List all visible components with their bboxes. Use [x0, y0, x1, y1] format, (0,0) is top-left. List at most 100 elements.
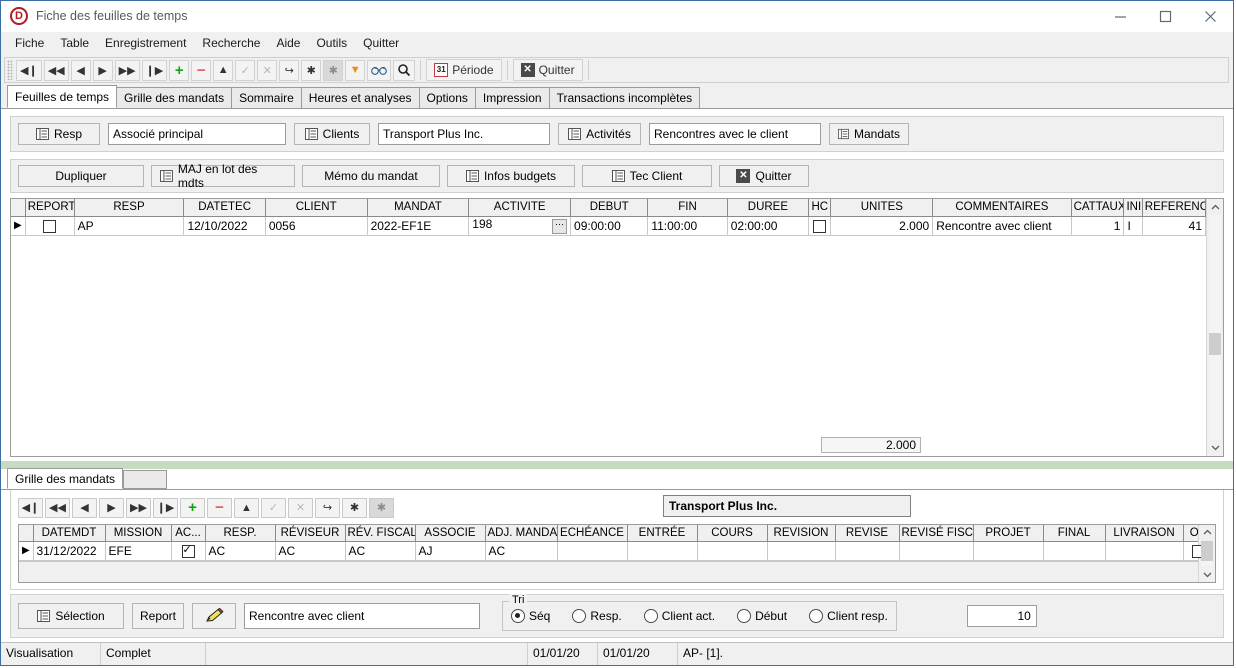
- next-page-icon[interactable]: ▶▶: [115, 60, 140, 81]
- col-livraison[interactable]: LIVRAISON: [1105, 525, 1183, 542]
- scroll-up-icon[interactable]: [1207, 199, 1223, 215]
- col-resp-mandat[interactable]: RESP.: [205, 525, 275, 542]
- tab-heures-et-analyses[interactable]: Heures et analyses: [301, 87, 420, 108]
- last-record-icon[interactable]: ❙▶: [142, 60, 168, 81]
- menu-outils[interactable]: Outils: [308, 34, 355, 52]
- mandates-scroll-thumb[interactable]: [1201, 541, 1213, 561]
- col-associe[interactable]: ASSOCIE: [415, 525, 485, 542]
- cell-client[interactable]: 0056: [265, 216, 367, 235]
- mandates-prev-page-icon[interactable]: ◀◀: [45, 498, 70, 518]
- tec-client-button[interactable]: Tec Client: [582, 165, 712, 187]
- mandates-scroll-up-icon[interactable]: [1199, 525, 1215, 541]
- cell-mission[interactable]: EFE: [105, 542, 171, 561]
- panel-splitter[interactable]: [1, 460, 1233, 469]
- hc-checkbox[interactable]: [813, 220, 826, 233]
- grid-vertical-scrollbar[interactable]: [1206, 199, 1223, 456]
- selection-button[interactable]: Sélection: [18, 603, 124, 629]
- col-reviseur[interactable]: RÉVISEUR: [275, 525, 345, 542]
- filter-icon[interactable]: ▼: [345, 60, 365, 81]
- mandats-button[interactable]: Mandats: [829, 123, 909, 145]
- cell-ini[interactable]: I: [1124, 216, 1142, 235]
- ac-checkbox[interactable]: [182, 545, 195, 558]
- menu-aide[interactable]: Aide: [268, 34, 308, 52]
- cell-adj-mandat[interactable]: AC: [485, 542, 557, 561]
- col-mission[interactable]: MISSION: [105, 525, 171, 542]
- cell-rev-fiscal[interactable]: AC: [345, 542, 415, 561]
- col-adj-mandat[interactable]: ADJ. MANDAT: [485, 525, 557, 542]
- menu-recherche[interactable]: Recherche: [194, 34, 268, 52]
- radio-client-resp[interactable]: Client resp.: [809, 609, 888, 623]
- report-button[interactable]: Report: [132, 603, 184, 629]
- col-final[interactable]: FINAL: [1043, 525, 1105, 542]
- tab-impression[interactable]: Impression: [475, 87, 550, 108]
- menu-quitter[interactable]: Quitter: [355, 34, 407, 52]
- mandates-add-icon[interactable]: +: [180, 498, 205, 518]
- cell-datemdt[interactable]: 31/12/2022: [33, 542, 105, 561]
- menu-enregistrement[interactable]: Enregistrement: [97, 34, 194, 52]
- minimize-icon[interactable]: [1098, 1, 1143, 31]
- maximize-icon[interactable]: [1143, 1, 1188, 31]
- report-checkbox[interactable]: [43, 220, 56, 233]
- tab-feuilles-de-temps[interactable]: Feuilles de temps: [7, 85, 117, 108]
- prev-page-icon[interactable]: ◀◀: [44, 60, 69, 81]
- cell-reference[interactable]: 41: [1142, 216, 1205, 235]
- cell-associe[interactable]: AJ: [415, 542, 485, 561]
- cell-activite[interactable]: 198 ⋯: [469, 216, 571, 235]
- cell-mandat[interactable]: 2022-EF1E: [367, 216, 469, 235]
- prev-record-icon[interactable]: ◀: [71, 60, 91, 81]
- cell-resp[interactable]: AP: [74, 216, 184, 235]
- cell-report[interactable]: [25, 216, 74, 235]
- col-client[interactable]: CLIENT: [265, 199, 367, 216]
- binoculars-icon[interactable]: [367, 60, 391, 81]
- col-duree[interactable]: DUREE: [727, 199, 808, 216]
- menu-fiche[interactable]: Fiche: [7, 34, 52, 52]
- cell-cattaux[interactable]: 1: [1071, 216, 1124, 235]
- mandates-prev-record-icon[interactable]: ◀: [72, 498, 97, 518]
- next-record-icon[interactable]: ▶: [93, 60, 113, 81]
- activites-button[interactable]: Activités: [558, 123, 641, 145]
- add-record-icon[interactable]: +: [169, 60, 189, 81]
- delete-record-icon[interactable]: −: [191, 60, 211, 81]
- cell-reviseur[interactable]: AC: [275, 542, 345, 561]
- cell-cours[interactable]: [697, 542, 767, 561]
- cell-projet[interactable]: [973, 542, 1043, 561]
- col-datetec[interactable]: DATETEC: [184, 199, 265, 216]
- periode-button[interactable]: 31 Période: [426, 59, 501, 81]
- resp-value-field[interactable]: Associé principal: [108, 123, 286, 145]
- cell-duree[interactable]: 02:00:00: [727, 216, 808, 235]
- scroll-track[interactable]: [1209, 215, 1221, 440]
- table-row[interactable]: ▶ 31/12/2022 EFE AC AC AC AJ AC: [19, 542, 1213, 561]
- col-datemdt[interactable]: DATEMDT: [33, 525, 105, 542]
- radio-client-act[interactable]: Client act.: [644, 609, 715, 623]
- col-revise[interactable]: REVISE: [835, 525, 899, 542]
- resp-button[interactable]: Resp: [18, 123, 100, 145]
- cell-fin[interactable]: 11:00:00: [648, 216, 727, 235]
- edit-record-icon[interactable]: ▲: [213, 60, 233, 81]
- dupliquer-button[interactable]: Dupliquer: [18, 165, 144, 187]
- menu-table[interactable]: Table: [52, 34, 97, 52]
- tab-transactions-incompletes[interactable]: Transactions incomplètes: [549, 87, 701, 108]
- col-rev-fiscal[interactable]: RÉV. FISCAL: [345, 525, 415, 542]
- col-revise-fisc[interactable]: REVISÉ FISC.: [899, 525, 973, 542]
- col-ini[interactable]: INI: [1124, 199, 1142, 216]
- cell-revise-fisc[interactable]: [899, 542, 973, 561]
- mandates-next-record-icon[interactable]: ▶: [99, 498, 124, 518]
- col-cattaux[interactable]: CATTAUX: [1071, 199, 1124, 216]
- count-field[interactable]: 10: [967, 605, 1037, 627]
- cell-hc[interactable]: [809, 216, 831, 235]
- mandates-scroll-down-icon[interactable]: [1199, 566, 1215, 582]
- cell-resp-mandat[interactable]: AC: [205, 542, 275, 561]
- tab-grille-des-mandats-lower[interactable]: Grille des mandats: [7, 468, 123, 489]
- quitter-toolbar-button[interactable]: ✕ Quitter: [513, 59, 583, 81]
- col-report[interactable]: REPORT: [25, 199, 74, 216]
- clients-value-field[interactable]: Transport Plus Inc.: [378, 123, 550, 145]
- tab-sommaire[interactable]: Sommaire: [231, 87, 302, 108]
- star-icon[interactable]: ✱: [301, 60, 321, 81]
- tab-grille-des-mandats[interactable]: Grille des mandats: [116, 87, 232, 108]
- cell-commentaires[interactable]: Rencontre avec client: [933, 216, 1071, 235]
- cell-datetec[interactable]: 12/10/2022: [184, 216, 265, 235]
- col-reference[interactable]: REFERENCE: [1142, 199, 1205, 216]
- mandates-edit-icon[interactable]: ▲: [234, 498, 259, 518]
- table-row[interactable]: ▶ AP 12/10/2022 0056 2022-EF1E 198 ⋯ 09:…: [11, 216, 1206, 235]
- cell-ac[interactable]: [171, 542, 205, 561]
